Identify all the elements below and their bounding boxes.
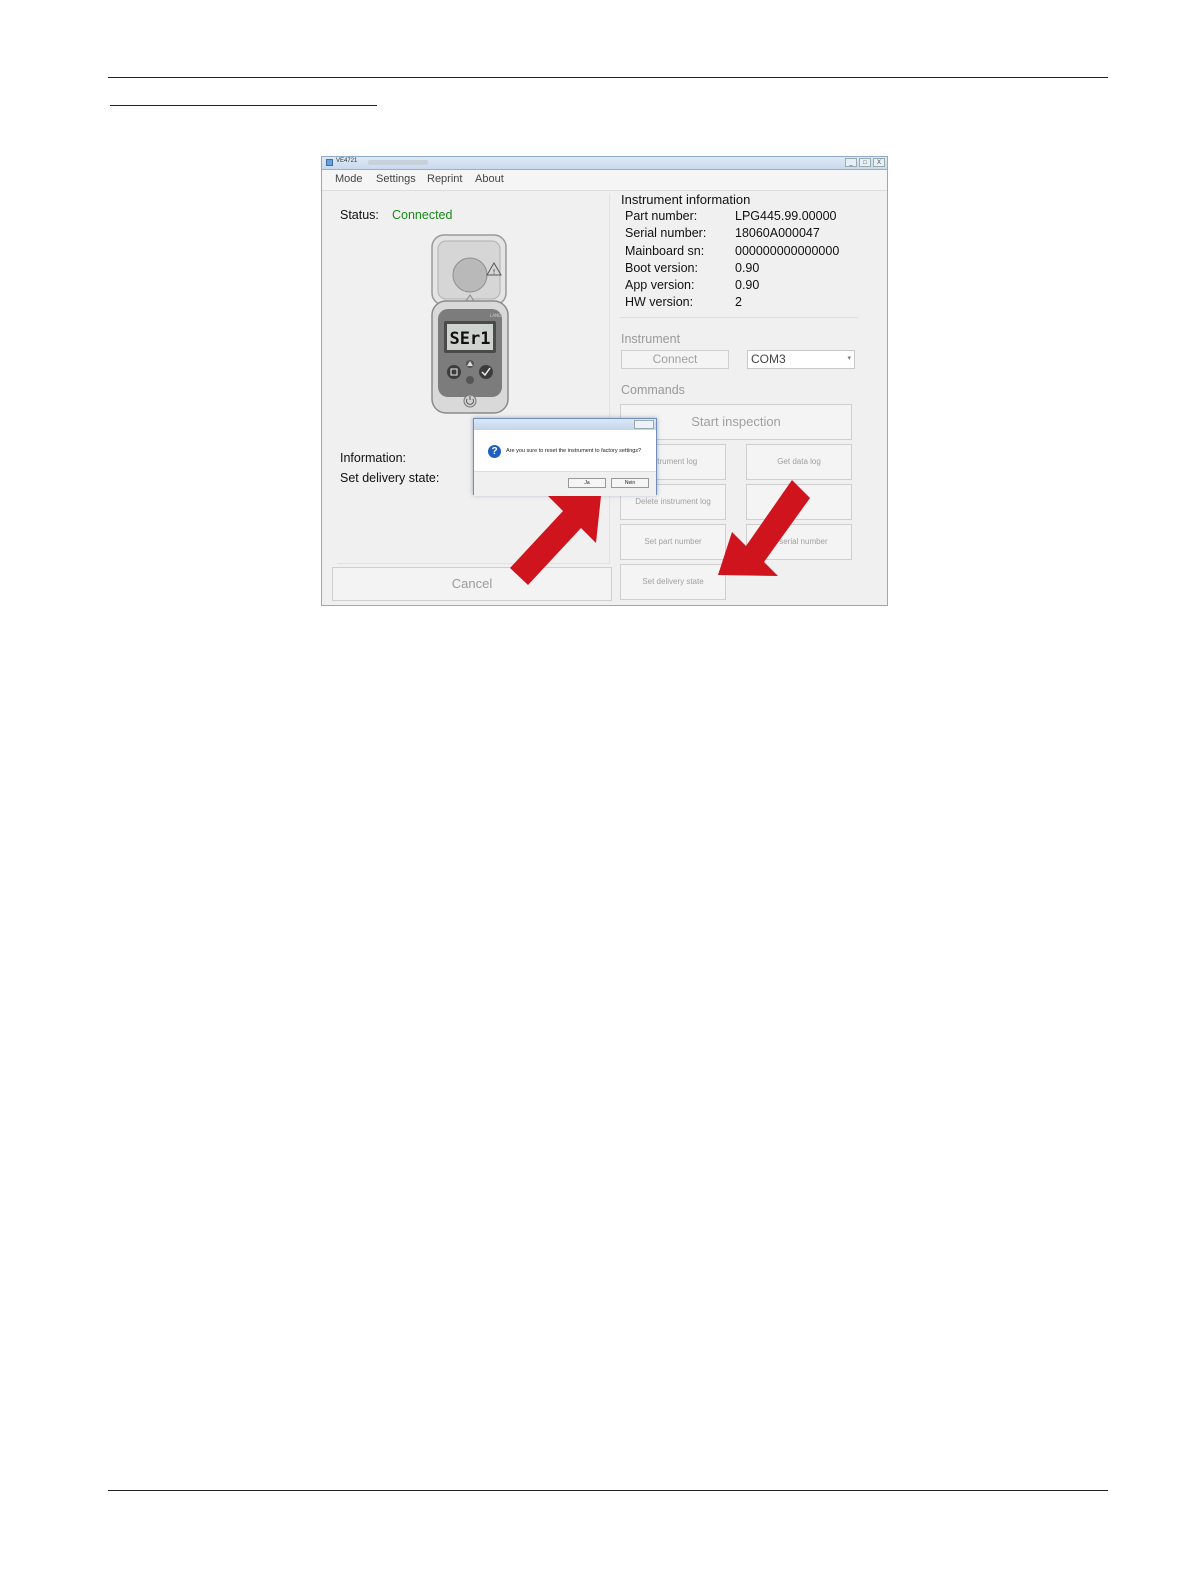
arrow-to-ok-icon xyxy=(510,496,601,585)
arrow-to-delivery-state-icon xyxy=(718,480,810,576)
footer-rule xyxy=(108,1490,1108,1491)
annotation-arrows xyxy=(510,480,810,585)
